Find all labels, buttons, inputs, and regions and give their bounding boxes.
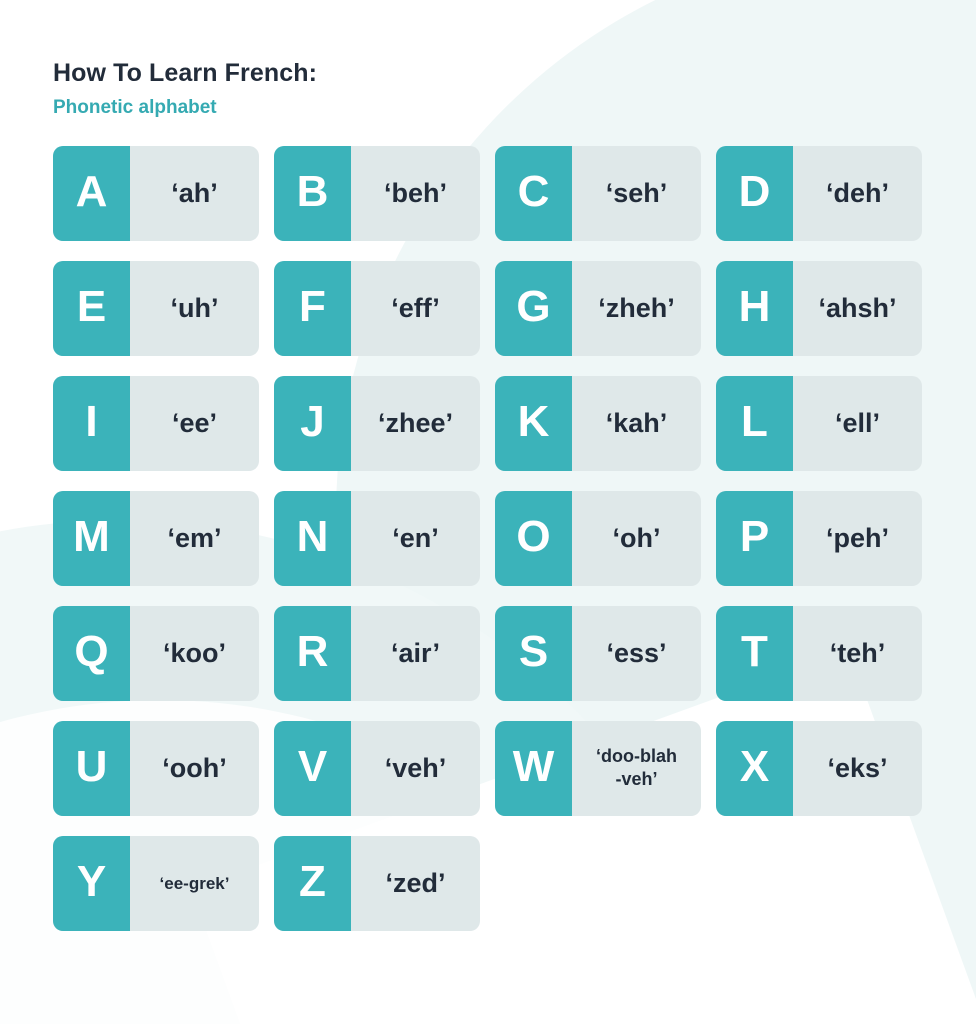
card-letter: T	[716, 605, 793, 701]
card-pronunciation: ‘teh’	[829, 637, 886, 668]
card-letter: O	[495, 490, 572, 586]
card-pronunciation: ‘zed’	[385, 867, 446, 898]
letter-card-y[interactable]: Y ‘ee-grek’	[53, 835, 259, 931]
letter-card-m[interactable]: M ‘em’	[53, 490, 259, 586]
card-pronunciation: ‘zheh’	[598, 292, 675, 323]
card-pronunciation: ‘veh’	[384, 752, 447, 783]
card-letter: U	[53, 720, 130, 816]
letter-card-n[interactable]: N ‘en’	[274, 490, 480, 586]
letter-card-u[interactable]: U ‘ooh’	[53, 720, 259, 816]
letter-card-g[interactable]: G ‘zheh’	[495, 260, 701, 356]
card-pronunciation: ‘en’	[392, 522, 439, 553]
card-pronunciation: ‘eff’	[391, 292, 440, 323]
letter-card-i[interactable]: I ‘ee’	[53, 375, 259, 471]
card-letter: C	[495, 145, 572, 241]
card-letter: H	[716, 260, 793, 356]
letter-card-d[interactable]: D ‘deh’	[716, 145, 922, 241]
letter-card-p[interactable]: P ‘peh’	[716, 490, 922, 586]
letter-card-j[interactable]: J ‘zhee’	[274, 375, 480, 471]
card-letter: G	[495, 260, 572, 356]
card-pronunciation: ‘air’	[390, 637, 441, 668]
card-letter: W	[495, 720, 572, 816]
card-pronunciation: ‘oh’	[612, 522, 661, 553]
letter-card-e[interactable]: E ‘uh’	[53, 260, 259, 356]
card-letter: Y	[53, 835, 130, 931]
letter-card-h[interactable]: H ‘ahsh’	[716, 260, 922, 356]
card-pronunciation: ‘peh’	[825, 522, 889, 553]
card-letter: L	[716, 375, 793, 471]
card-letter: F	[274, 260, 351, 356]
card-pronunciation: ‘em’	[167, 522, 222, 553]
card-pronunciation: ‘koo’	[162, 637, 226, 668]
card-letter: J	[274, 375, 351, 471]
letter-card-b[interactable]: B ‘beh’	[274, 145, 480, 241]
letter-card-q[interactable]: Q ‘koo’	[53, 605, 259, 701]
letter-card-x[interactable]: X ‘eks’	[716, 720, 922, 816]
card-pronunciation: ‘eks’	[827, 752, 888, 783]
card-pronunciation: ‘kah’	[605, 407, 668, 438]
infographic-page: How To Learn French: Phonetic alphabet A…	[0, 0, 976, 1024]
page-subtitle: Phonetic alphabet	[53, 97, 217, 118]
letter-card-k[interactable]: K ‘kah’	[495, 375, 701, 471]
card-letter: R	[274, 605, 351, 701]
card-pronunciation: ‘uh’	[170, 292, 219, 323]
card-letter: V	[274, 720, 351, 816]
card-letter: E	[53, 260, 130, 356]
card-letter: M	[53, 490, 130, 586]
letter-card-w[interactable]: W ‘doo-blah -veh’	[495, 720, 701, 816]
card-letter: I	[53, 375, 130, 471]
card-letter: K	[495, 375, 572, 471]
letter-card-l[interactable]: L ‘ell’	[716, 375, 922, 471]
alphabet-grid: A ‘ah’ B ‘beh’ C ‘seh’ D ‘deh’ E ‘uh’ F ‘eff’ G ‘zheh…	[53, 145, 937, 931]
letter-card-s[interactable]: S ‘ess’	[495, 605, 701, 701]
card-letter: X	[716, 720, 793, 816]
card-pronunciation: ‘ah’	[171, 177, 218, 208]
letter-card-t[interactable]: T ‘teh’	[716, 605, 922, 701]
card-pronunciation: ‘deh’	[825, 177, 889, 208]
card-pronunciation: ‘doo-blah -veh’	[596, 745, 677, 790]
letter-card-f[interactable]: F ‘eff’	[274, 260, 480, 356]
card-letter: B	[274, 145, 351, 241]
header: How To Learn French: Phonetic alphabet	[53, 58, 976, 120]
letter-card-c[interactable]: C ‘seh’	[495, 145, 701, 241]
page-title: How To Learn French:	[53, 59, 318, 87]
card-pronunciation: ‘ooh’	[162, 752, 227, 783]
card-pronunciation: ‘seh’	[605, 177, 668, 208]
card-letter: N	[274, 490, 351, 586]
letter-card-v[interactable]: V ‘veh’	[274, 720, 480, 816]
letter-card-z[interactable]: Z ‘zed’	[274, 835, 480, 931]
card-letter: Z	[274, 835, 351, 931]
card-pronunciation: ‘ess’	[606, 637, 667, 668]
letter-card-r[interactable]: R ‘air’	[274, 605, 480, 701]
card-letter: S	[495, 605, 572, 701]
card-letter: A	[53, 145, 130, 241]
card-pronunciation: ‘zhee’	[377, 407, 454, 438]
card-letter: P	[716, 490, 793, 586]
card-pronunciation: ‘ell’	[834, 407, 881, 438]
letter-card-o[interactable]: O ‘oh’	[495, 490, 701, 586]
card-pronunciation: ‘ahsh’	[818, 292, 897, 323]
card-letter: Q	[53, 605, 130, 701]
card-pronunciation: ‘ee’	[171, 407, 218, 438]
letter-card-a[interactable]: A ‘ah’	[53, 145, 259, 241]
card-pronunciation: ‘beh’	[383, 177, 447, 208]
card-letter: D	[716, 145, 793, 241]
card-pronunciation: ‘ee-grek’	[159, 873, 230, 893]
